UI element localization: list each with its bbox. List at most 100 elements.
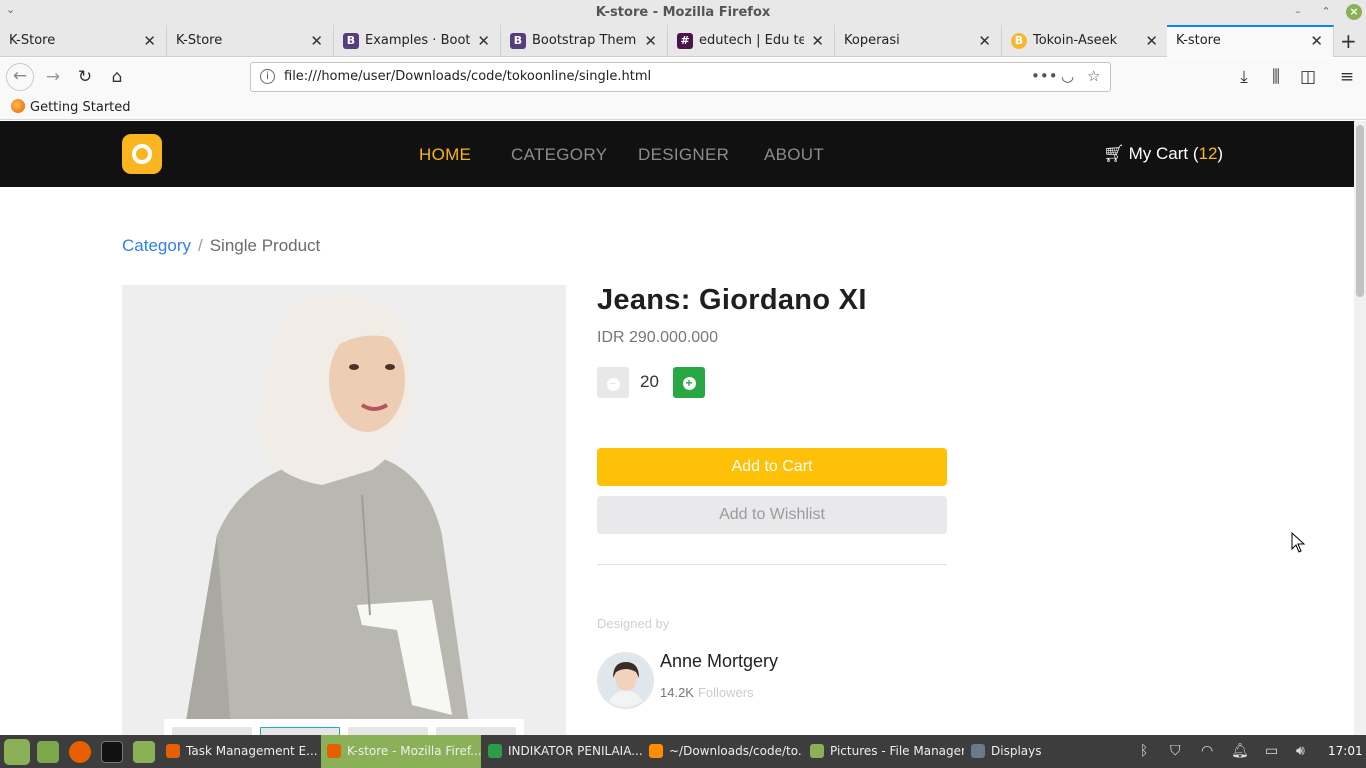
quantity-increase-button[interactable]: +: [673, 367, 705, 398]
new-tab-icon[interactable]: +: [1340, 29, 1357, 53]
bookmark-label: Getting Started: [30, 100, 131, 115]
close-tab-icon[interactable]: ✕: [1145, 32, 1158, 50]
task-label: INDIKATOR PENILAIA...: [508, 744, 642, 758]
reload-icon[interactable]: ↻: [73, 66, 97, 90]
add-to-wishlist-button[interactable]: Add to Wishlist: [597, 496, 947, 534]
sidebar-icon[interactable]: ◫: [1296, 66, 1320, 90]
menu-category[interactable]: CATEGORY: [511, 145, 607, 165]
hamburger-menu-icon[interactable]: ≡: [1335, 66, 1359, 90]
volume-icon[interactable]: 🔊︎: [1296, 743, 1305, 759]
thumbnail[interactable]: [348, 727, 428, 735]
pocket-icon[interactable]: ◡: [1061, 67, 1074, 85]
wifi-icon[interactable]: ◠: [1201, 743, 1213, 759]
quantity-decrease-button[interactable]: −: [597, 367, 629, 398]
thumbnail[interactable]: [172, 727, 252, 735]
folder-icon: [810, 744, 824, 758]
site-header: HOME CATEGORY DESIGNER ABOUT 🛒︎ My Cart (…: [0, 121, 1354, 187]
close-window-icon[interactable]: ×: [1346, 4, 1362, 20]
bluetooth-icon[interactable]: ᛒ: [1140, 743, 1148, 759]
breadcrumb-category-link[interactable]: Category: [122, 236, 191, 255]
page-actions-icon[interactable]: •••: [1031, 67, 1058, 85]
designer-followers: 14.2K Followers: [660, 685, 754, 700]
close-tab-icon[interactable]: ✕: [811, 32, 824, 50]
taskbar-task[interactable]: Pictures - File Manager: [804, 735, 964, 768]
designer-name[interactable]: Anne Mortgery: [660, 651, 778, 672]
tab-label: Tokoin-Aseek: [1033, 33, 1118, 48]
bookmark-getting-started[interactable]: Getting Started: [11, 99, 131, 115]
url-bar[interactable]: i file:///home/user/Downloads/code/tokoo…: [250, 62, 1111, 92]
mouse-cursor-icon: [1291, 532, 1305, 553]
slack-favicon-icon: #: [677, 33, 693, 49]
browser-tab-active[interactable]: K-store ✕: [1167, 25, 1334, 57]
menu-home[interactable]: HOME: [419, 145, 471, 165]
scrollbar-thumb[interactable]: [1356, 125, 1364, 297]
taskbar-task[interactable]: ~/Downloads/code/to...: [643, 735, 803, 768]
home-icon[interactable]: ⌂: [105, 66, 129, 90]
menu-about[interactable]: ABOUT: [764, 145, 824, 165]
maximize-icon[interactable]: ⌃: [1318, 4, 1334, 20]
spreadsheet-icon: [488, 744, 502, 758]
browser-tab[interactable]: # edutech | Edu tech ✕: [668, 25, 835, 57]
close-tab-icon[interactable]: ✕: [143, 32, 156, 50]
breadcrumb: Category / Single Product: [122, 236, 320, 256]
files-launcher-icon[interactable]: [133, 741, 155, 763]
breadcrumb-current: Single Product: [209, 236, 321, 255]
os-taskbar: Task Management E... K-store - Mozilla F…: [0, 735, 1366, 768]
tab-label: K-store: [1176, 33, 1221, 48]
designer-avatar[interactable]: [597, 652, 654, 709]
task-label: ~/Downloads/code/to...: [669, 744, 803, 758]
thumbnail-selected[interactable]: [260, 727, 340, 735]
show-desktop-icon[interactable]: [37, 741, 59, 763]
task-label: Pictures - File Manager: [830, 744, 964, 758]
my-cart-link[interactable]: 🛒︎ My Cart (12): [1103, 144, 1223, 164]
page-scrollbar[interactable]: [1354, 121, 1366, 735]
page-viewport: HOME CATEGORY DESIGNER ABOUT 🛒︎ My Cart (…: [0, 121, 1354, 735]
close-tab-icon[interactable]: ✕: [978, 32, 991, 50]
browser-tab[interactable]: B Bootstrap Themes ✕: [501, 25, 668, 57]
taskbar-task[interactable]: Displays: [965, 735, 1085, 768]
tab-label: Koperasi: [844, 33, 900, 48]
minimize-icon[interactable]: –: [1290, 4, 1306, 20]
bootstrap-favicon-icon: B: [510, 33, 526, 49]
mint-menu-icon[interactable]: [4, 739, 30, 765]
library-icon[interactable]: ⫼: [1264, 66, 1288, 90]
site-info-icon[interactable]: i: [260, 69, 275, 84]
firefox-launcher-icon[interactable]: [69, 741, 91, 763]
notifications-icon[interactable]: 🔔︎: [1231, 743, 1249, 759]
close-tab-icon[interactable]: ✕: [644, 32, 657, 50]
close-tab-icon[interactable]: ✕: [310, 32, 323, 50]
browser-tab[interactable]: B Tokoin-Aseek ✕: [1002, 25, 1169, 57]
store-logo-icon[interactable]: [122, 134, 162, 174]
browser-tab[interactable]: K-Store ✕: [0, 25, 167, 57]
browser-tab[interactable]: K-Store ✕: [167, 25, 334, 57]
taskbar-task[interactable]: INDIKATOR PENILAIA...: [482, 735, 642, 768]
followers-count: 14.2K: [660, 685, 694, 700]
menu-designer[interactable]: DESIGNER: [638, 145, 729, 165]
close-tab-icon[interactable]: ✕: [1310, 32, 1323, 50]
forward-arrow-icon[interactable]: →: [41, 66, 65, 90]
thumbnail[interactable]: [436, 727, 516, 735]
firefox-icon: [327, 744, 341, 758]
bookmark-star-icon[interactable]: ☆: [1087, 67, 1100, 85]
tab-label: edutech | Edu tech: [699, 33, 804, 48]
taskbar-task[interactable]: Task Management E...: [160, 735, 320, 768]
clock[interactable]: 17:01: [1328, 744, 1363, 758]
bootstrap-favicon-icon: B: [343, 33, 359, 49]
task-label: K-store - Mozilla Firef...: [347, 744, 481, 758]
quantity-value[interactable]: 20: [640, 372, 659, 392]
url-text[interactable]: file:///home/user/Downloads/code/tokoonl…: [284, 69, 651, 84]
browser-tab[interactable]: B Examples · Bootstrap ✕: [334, 25, 501, 57]
product-price: IDR 290.000.000: [597, 329, 718, 346]
shopping-cart-icon: 🛒︎: [1103, 144, 1125, 163]
product-image[interactable]: [122, 285, 566, 735]
back-arrow-icon[interactable]: ←: [6, 63, 34, 91]
terminal-launcher-icon[interactable]: [101, 741, 123, 763]
shield-icon[interactable]: ⛉: [1170, 743, 1181, 759]
window-titlebar: ⌄ K-store - Mozilla Firefox – ⌃ ×: [0, 0, 1366, 25]
browser-tab[interactable]: Koperasi ✕: [835, 25, 1002, 57]
close-tab-icon[interactable]: ✕: [477, 32, 490, 50]
downloads-icon[interactable]: ⤓: [1232, 66, 1256, 90]
taskbar-task-active[interactable]: K-store - Mozilla Firef...: [321, 735, 481, 768]
battery-icon[interactable]: ▭: [1265, 743, 1278, 759]
add-to-cart-button[interactable]: Add to Cart: [597, 448, 947, 486]
